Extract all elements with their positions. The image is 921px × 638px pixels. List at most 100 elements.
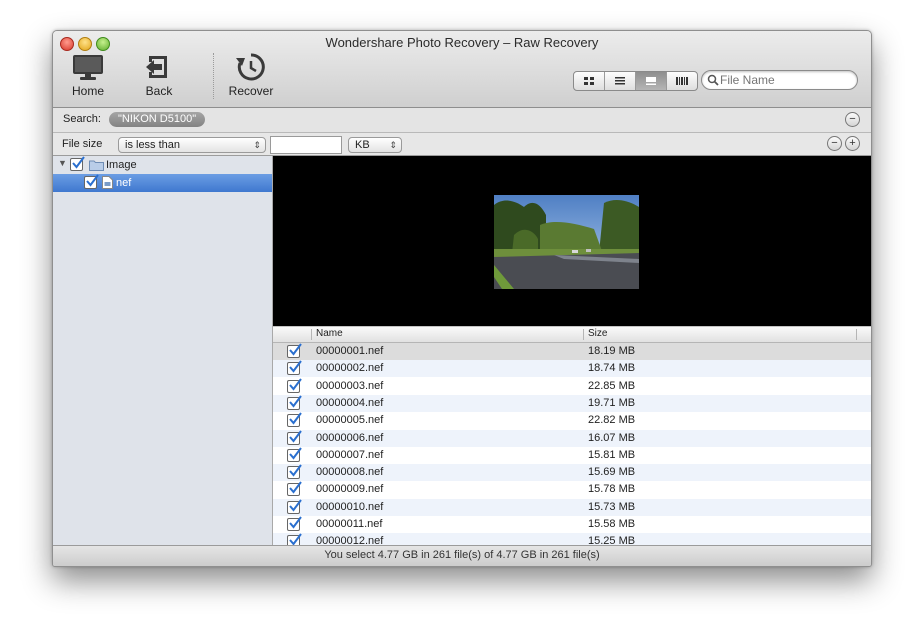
row-file-size: 15.73 MB [588, 500, 636, 513]
recover-button[interactable]: Recover [221, 53, 281, 103]
toolbar: Wondershare Photo Recovery – Raw Recover… [53, 31, 871, 108]
filmstrip-view-button[interactable] [666, 72, 697, 90]
grid-view-button[interactable] [574, 72, 604, 90]
row-file-size: 16.07 MB [588, 431, 636, 444]
row-file-size: 15.78 MB [588, 483, 636, 496]
row-checkbox[interactable] [287, 464, 302, 480]
minus-circle-icon: − [831, 137, 838, 149]
row-checkbox[interactable] [287, 516, 302, 531]
filter-size-input[interactable] [270, 136, 342, 154]
table-row[interactable]: 00000011.nef 15.58 MB [273, 516, 871, 533]
remove-filter-button[interactable]: − [827, 136, 842, 151]
tree-label-image: Image [106, 159, 137, 171]
search-bar: Search: "NIKON D5100" − [53, 108, 871, 133]
search-label: Search: [63, 113, 101, 125]
plus-circle-icon: + [849, 137, 856, 149]
file-list: Name Size 00000001.nef 18.19 MB 00000002.n… [273, 326, 871, 545]
updown-arrows-icon: ⇕ [253, 140, 261, 150]
photo-preview [494, 195, 639, 289]
filter-label: File size [62, 138, 103, 150]
table-row[interactable]: 00000001.nef 18.19 MB [273, 343, 871, 360]
row-file-size: 22.82 MB [588, 414, 636, 427]
filter-operator-value: is less than [125, 139, 181, 151]
row-file-name: 00000008.nef [316, 466, 384, 479]
tree-item-nef[interactable]: nef [53, 174, 272, 192]
recover-label: Recover [228, 84, 274, 98]
grid-view-icon [584, 77, 594, 85]
tree-label-nef: nef [116, 177, 132, 189]
table-row[interactable]: 00000004.nef 19.71 MB [273, 394, 871, 412]
back-label: Back [145, 84, 173, 98]
list-view-button[interactable] [604, 72, 635, 90]
remove-search-button[interactable]: − [845, 112, 860, 127]
row-file-name: 00000011.nef [316, 518, 383, 530]
window-title: Wondershare Photo Recovery – Raw Recover… [325, 35, 599, 50]
table-row[interactable]: 00000003.nef 22.85 MB [273, 377, 871, 395]
row-checkbox[interactable] [287, 412, 302, 428]
app-window: Wondershare Photo Recovery – Raw Recover… [52, 30, 872, 567]
row-file-size: 15.81 MB [588, 448, 636, 461]
row-file-size: 15.25 MB [588, 535, 636, 545]
column-header-size[interactable]: Size [588, 328, 607, 339]
row-checkbox[interactable] [287, 499, 302, 514]
row-file-name: 00000010.nef [316, 500, 384, 513]
filmstrip-view-icon [676, 77, 688, 85]
preview-view-icon [646, 77, 656, 85]
tree-item-image[interactable]: ▼ Image [53, 156, 272, 174]
table-row[interactable]: 00000009.nef 15.78 MB [273, 481, 871, 499]
table-row[interactable]: 00000007.nef 15.81 MB [273, 446, 871, 464]
history-clock-icon [236, 53, 265, 81]
search-token[interactable]: "NIKON D5100" [109, 112, 206, 127]
table-row[interactable]: 00000012.nef 15.25 MB [273, 533, 871, 545]
filter-unit-select[interactable]: KB ⇕ [348, 137, 402, 153]
row-file-size: 22.85 MB [588, 379, 636, 392]
tree-checkbox-image[interactable] [70, 156, 85, 171]
row-checkbox[interactable] [287, 343, 302, 358]
home-button[interactable]: Home [58, 53, 118, 103]
preview-panel [273, 156, 871, 326]
row-checkbox[interactable] [287, 533, 302, 545]
row-checkbox[interactable] [287, 377, 302, 393]
row-checkbox[interactable] [287, 447, 302, 462]
row-file-size: 18.19 MB [588, 345, 636, 357]
preview-view-button[interactable] [635, 72, 666, 90]
row-file-name: 00000004.nef [316, 396, 384, 409]
status-bar: You select 4.77 GB in 261 file(s) of 4.7… [53, 545, 871, 566]
view-mode-switcher [573, 71, 698, 91]
filter-operator-select[interactable]: is less than ⇕ [118, 137, 266, 153]
column-header-name[interactable]: Name [316, 328, 343, 339]
row-file-name: 00000012.nef [316, 535, 384, 545]
row-checkbox[interactable] [287, 395, 302, 410]
row-file-name: 00000007.nef [316, 448, 384, 461]
row-file-name: 00000009.nef [316, 483, 384, 496]
home-label: Home [71, 84, 104, 98]
row-file-name: 00000005.nef [316, 414, 384, 427]
add-filter-button[interactable]: + [845, 136, 860, 151]
toolbar-separator [213, 53, 214, 99]
row-file-size: 18.74 MB [588, 362, 636, 375]
back-button[interactable]: Back [129, 53, 189, 103]
file-icon [102, 176, 113, 189]
tree-checkbox-nef[interactable] [84, 174, 99, 189]
row-file-size: 15.58 MB [588, 518, 636, 530]
minus-circle-icon: − [849, 113, 856, 125]
table-row[interactable]: 00000010.nef 15.73 MB [273, 498, 871, 516]
row-file-size: 15.69 MB [588, 466, 636, 479]
row-file-name: 00000003.nef [316, 379, 384, 392]
row-checkbox[interactable] [287, 481, 302, 497]
disclosure-triangle-icon[interactable]: ▼ [58, 158, 67, 168]
row-checkbox[interactable] [287, 429, 302, 445]
filter-unit-value: KB [355, 139, 370, 151]
search-icon [707, 74, 719, 86]
updown-arrows-icon: ⇕ [389, 140, 397, 150]
list-header: Name Size [273, 326, 871, 343]
status-text: You select 4.77 GB in 261 file(s) of 4.7… [324, 549, 600, 561]
table-row[interactable]: 00000002.nef 18.74 MB [273, 360, 871, 378]
table-row[interactable]: 00000008.nef 15.69 MB [273, 464, 871, 482]
table-row[interactable]: 00000006.nef 16.07 MB [273, 429, 871, 447]
row-file-name: 00000001.nef [316, 345, 384, 357]
row-checkbox[interactable] [287, 360, 302, 376]
search-input[interactable] [720, 72, 848, 87]
monitor-icon [73, 55, 103, 80]
table-row[interactable]: 00000005.nef 22.82 MB [273, 412, 871, 430]
